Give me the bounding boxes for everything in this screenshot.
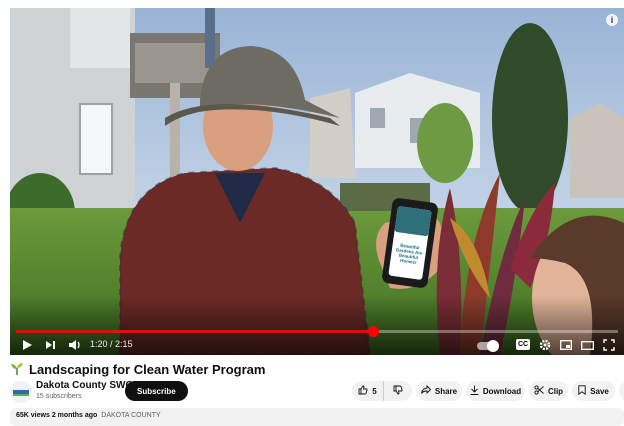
progress-bar[interactable] <box>16 326 618 337</box>
download-icon <box>470 385 479 398</box>
like-button[interactable]: 5 <box>352 381 384 401</box>
clip-icon <box>534 384 544 398</box>
download-label: Download <box>482 386 522 396</box>
view-count: 65K views <box>16 412 50 419</box>
player-controls: 1:20 / 2:15 CC <box>10 337 624 355</box>
clip-label: Clip <box>547 386 564 396</box>
video-player[interactable]: Beautiful Gardens Are Beautiful Homes! i… <box>10 8 624 355</box>
save-icon <box>578 384 586 398</box>
save-label: Save <box>590 386 609 396</box>
sprout-icon <box>11 363 23 375</box>
miniplayer-icon[interactable] <box>559 337 573 353</box>
like-dislike-group: 5 <box>352 381 412 401</box>
video-title-row: Landscaping for Clean Water Program <box>10 361 265 377</box>
avatar[interactable] <box>10 381 32 403</box>
time-display: 1:20 / 2:15 <box>90 339 133 349</box>
autoplay-toggle[interactable] <box>477 340 499 352</box>
info-icon[interactable]: i <box>606 14 618 26</box>
play-icon[interactable] <box>20 337 34 353</box>
description-tag[interactable]: DAKOTA COUNTY <box>101 412 160 419</box>
share-label: Share <box>434 386 458 396</box>
more-icon[interactable]: ⋯ <box>619 381 624 401</box>
like-icon <box>358 385 368 398</box>
cc-icon[interactable]: CC <box>516 339 530 350</box>
dislike-icon <box>393 385 403 398</box>
progress-played <box>16 330 373 333</box>
share-button[interactable]: Share <box>416 381 462 401</box>
subscribe-button[interactable]: Subscribe <box>125 381 188 401</box>
next-icon[interactable] <box>43 337 57 353</box>
like-count: 5 <box>372 386 377 396</box>
clip-button[interactable]: Clip <box>529 381 568 401</box>
settings-icon[interactable] <box>538 337 552 353</box>
description-box[interactable]: 65K views 2 months ago DAKOTA COUNTY <box>10 408 624 426</box>
upload-age: 2 months ago <box>51 412 98 419</box>
volume-icon[interactable] <box>67 337 83 353</box>
progress-scrubber[interactable] <box>368 326 379 337</box>
dislike-button[interactable] <box>384 381 411 401</box>
video-title: Landscaping for Clean Water Program <box>29 361 266 377</box>
channel-row: Dakota County SWCD 15 subscribers Subscr… <box>10 380 624 403</box>
download-button[interactable]: Download <box>466 381 525 401</box>
share-icon <box>420 384 432 397</box>
theater-icon[interactable] <box>580 337 594 353</box>
fullscreen-icon[interactable] <box>602 337 616 353</box>
save-button[interactable]: Save <box>572 381 615 401</box>
subscriber-count: 15 subscribers <box>36 393 82 400</box>
